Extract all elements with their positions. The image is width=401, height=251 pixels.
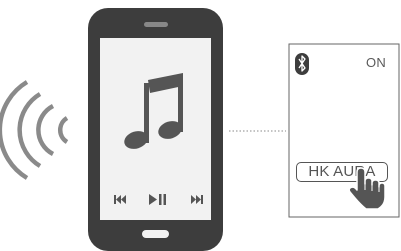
wave-xlarge	[0, 80, 29, 180]
phone-screen	[100, 38, 211, 220]
wave-medium	[36, 104, 55, 156]
wave-small	[57, 116, 69, 144]
phone-speaker-slot	[144, 22, 168, 27]
wireless-signal-icon	[0, 80, 69, 180]
home-button	[142, 230, 169, 238]
smartphone	[88, 8, 223, 251]
bluetooth-status-text: ON	[366, 55, 387, 70]
hk-aura-device-button[interactable]: HK AURA	[296, 162, 388, 182]
bluetooth-icon	[295, 53, 309, 75]
